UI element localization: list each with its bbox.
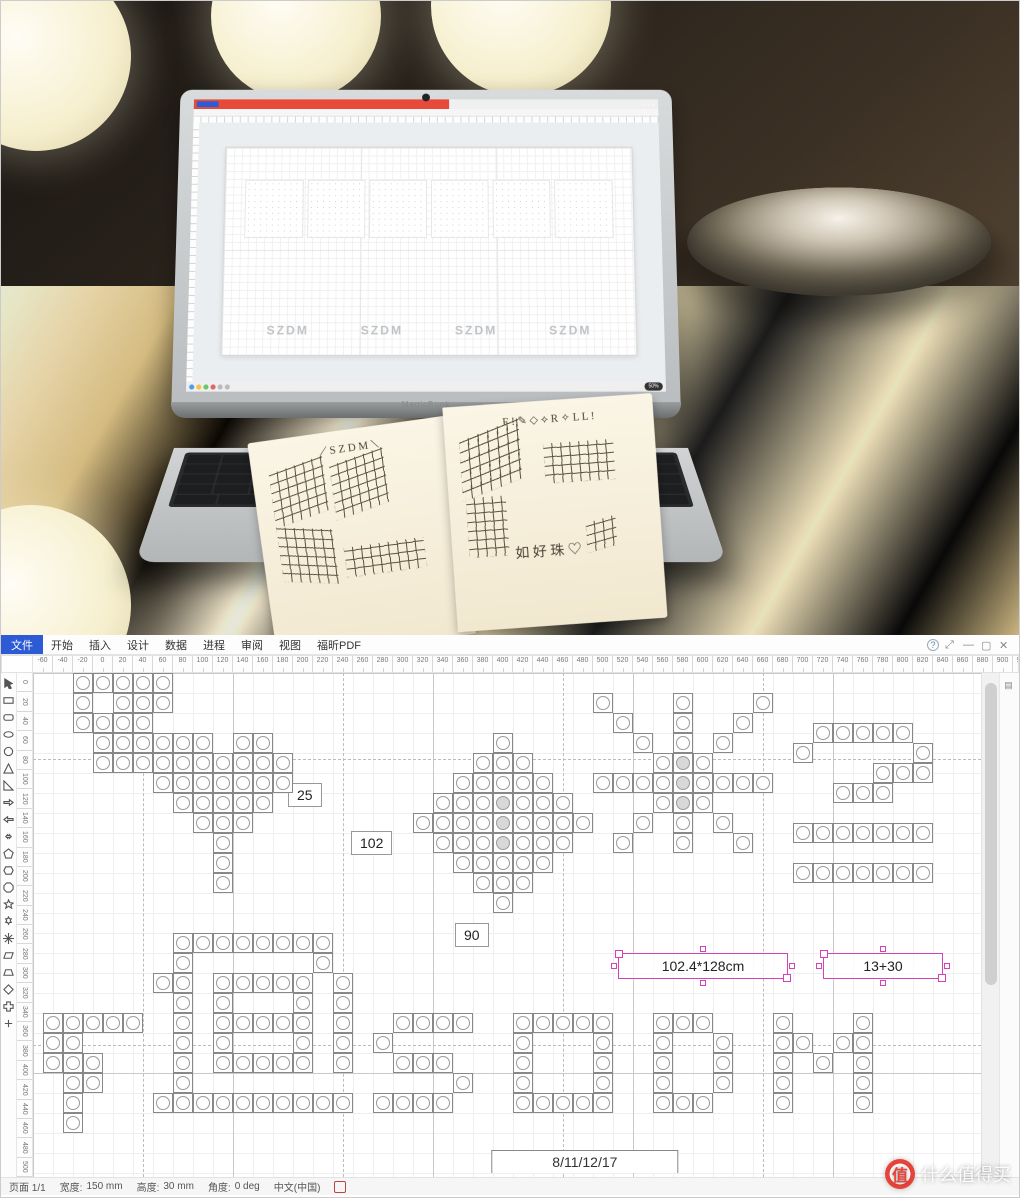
tool-hexagon[interactable] — [3, 864, 15, 876]
status-record-icon[interactable] — [334, 1181, 346, 1193]
tool-octagon[interactable] — [3, 881, 15, 893]
tool-pentagon[interactable] — [3, 847, 15, 859]
webcam — [422, 94, 430, 102]
paper-notebook: ⟋ S Z D M ⟍ F ! ✎ ◇ ⟡ R ✧ L L ! 如 好 珠 ♡ — [250, 390, 672, 635]
tool-more[interactable] — [3, 1017, 15, 1029]
annotation-count-text: 13+30 — [863, 958, 902, 974]
tool-burst[interactable] — [3, 932, 15, 944]
tool-ellipse[interactable] — [3, 728, 15, 740]
right-dock: ▤ — [999, 673, 1019, 1177]
menu-insert[interactable]: 插入 — [81, 635, 119, 654]
vertical-ruler[interactable]: 0204060801001201401601802002202402602803… — [17, 673, 33, 1177]
tool-arrow-right[interactable] — [3, 796, 15, 808]
tool-arrow-left[interactable] — [3, 813, 15, 825]
shape-toolbox — [1, 673, 17, 1177]
tool-parallelogram[interactable] — [3, 949, 15, 961]
diagram-app-panel: 文件 开始 插入 设计 数据 进程 审阅 视图 福昕PDF ? ⤢ — ▢ ✕ … — [1, 635, 1019, 1195]
ruler-corner — [1, 655, 33, 673]
menu-foxit[interactable]: 福昕PDF — [309, 635, 369, 654]
tool-right-triangle[interactable] — [3, 779, 15, 791]
tool-circle[interactable] — [3, 745, 15, 757]
status-height: 高度:30 mm — [137, 1179, 194, 1194]
laptop-screen-frame: ▭ ▭ ✕ SZ — [171, 90, 680, 408]
szdm-label: SZDM — [361, 324, 403, 338]
lamp-globe — [1, 1, 131, 151]
tool-star6[interactable] — [3, 915, 15, 927]
selected-annotation-size[interactable]: 102.4*128cm — [618, 953, 788, 979]
lamp-globe — [431, 1, 611, 96]
laptop-screen: ▭ ▭ ✕ SZ — [186, 99, 666, 391]
annotation-bottom[interactable]: 8/11/12/17 — [491, 1150, 678, 1173]
close-icon[interactable]: ✕ — [999, 639, 1011, 651]
canvas-wrap-mini: SZDM SZDM SZDM SZDM — [192, 122, 665, 381]
tool-cross[interactable] — [3, 1000, 15, 1012]
menu-review[interactable]: 审阅 — [233, 635, 271, 654]
menu-design[interactable]: 设计 — [119, 635, 157, 654]
horizontal-ruler[interactable]: -60-40-200204060801001201401601802002202… — [33, 655, 1019, 673]
vertical-scrollbar[interactable] — [981, 673, 999, 1177]
tool-diamond[interactable] — [3, 983, 15, 995]
menu-view[interactable]: 视图 — [271, 635, 309, 654]
app-menubar: 文件 开始 插入 设计 数据 进程 审阅 视图 福昕PDF ? ⤢ — ▢ ✕ — [1, 635, 1019, 655]
status-page: 页面 1/1 — [9, 1179, 46, 1194]
tool-rounded-rect[interactable] — [3, 711, 15, 723]
annotation-25[interactable]: 25 — [288, 783, 322, 807]
minimize-icon[interactable]: — — [963, 639, 975, 651]
szdm-label: SZDM — [266, 324, 309, 338]
szdm-label: SZDM — [455, 324, 497, 338]
szdm-label: SZDM — [549, 324, 592, 338]
annotation-90[interactable]: 90 — [455, 923, 489, 947]
tool-double-arrow[interactable] — [3, 830, 15, 842]
app-menubar-mini — [194, 109, 659, 117]
dock-tab-icon[interactable]: ▤ — [1005, 681, 1015, 691]
tool-triangle[interactable] — [3, 762, 15, 774]
tool-rectangle[interactable] — [3, 694, 15, 706]
menu-file[interactable]: 文件 — [1, 635, 43, 654]
help-icon[interactable]: ? — [927, 639, 939, 651]
annotation-102[interactable]: 102 — [351, 831, 392, 855]
status-angle: 角度:0 deg — [208, 1179, 260, 1194]
menu-start[interactable]: 开始 — [43, 635, 81, 654]
menu-process[interactable]: 进程 — [195, 635, 233, 654]
tool-pointer[interactable] — [3, 677, 15, 689]
file-tab-mini — [197, 101, 219, 107]
status-lang: 中文(中国) — [274, 1179, 321, 1194]
drawing-canvas[interactable]: 25 102 90 102.4*128cm 13+30 — [33, 673, 981, 1177]
tool-trapezoid[interactable] — [3, 966, 15, 978]
selected-annotation-count[interactable]: 13+30 — [823, 953, 943, 979]
windows-taskbar-mini: 50% — [186, 381, 666, 391]
top-photo-panel: ▭ ▭ ✕ SZ — [1, 1, 1019, 635]
maximize-icon[interactable]: ▢ — [981, 639, 993, 651]
tool-star5[interactable] — [3, 898, 15, 910]
ribbon-collapse-icon[interactable]: ⤢ — [945, 639, 957, 651]
metal-bowl — [662, 187, 1016, 296]
menu-data[interactable]: 数据 — [157, 635, 195, 654]
status-width: 宽度:150 mm — [60, 1179, 123, 1194]
statusbar: 页面 1/1 宽度:150 mm 高度:30 mm 角度:0 deg 中文(中国… — [1, 1177, 1019, 1195]
annotation-size-text: 102.4*128cm — [662, 958, 745, 974]
